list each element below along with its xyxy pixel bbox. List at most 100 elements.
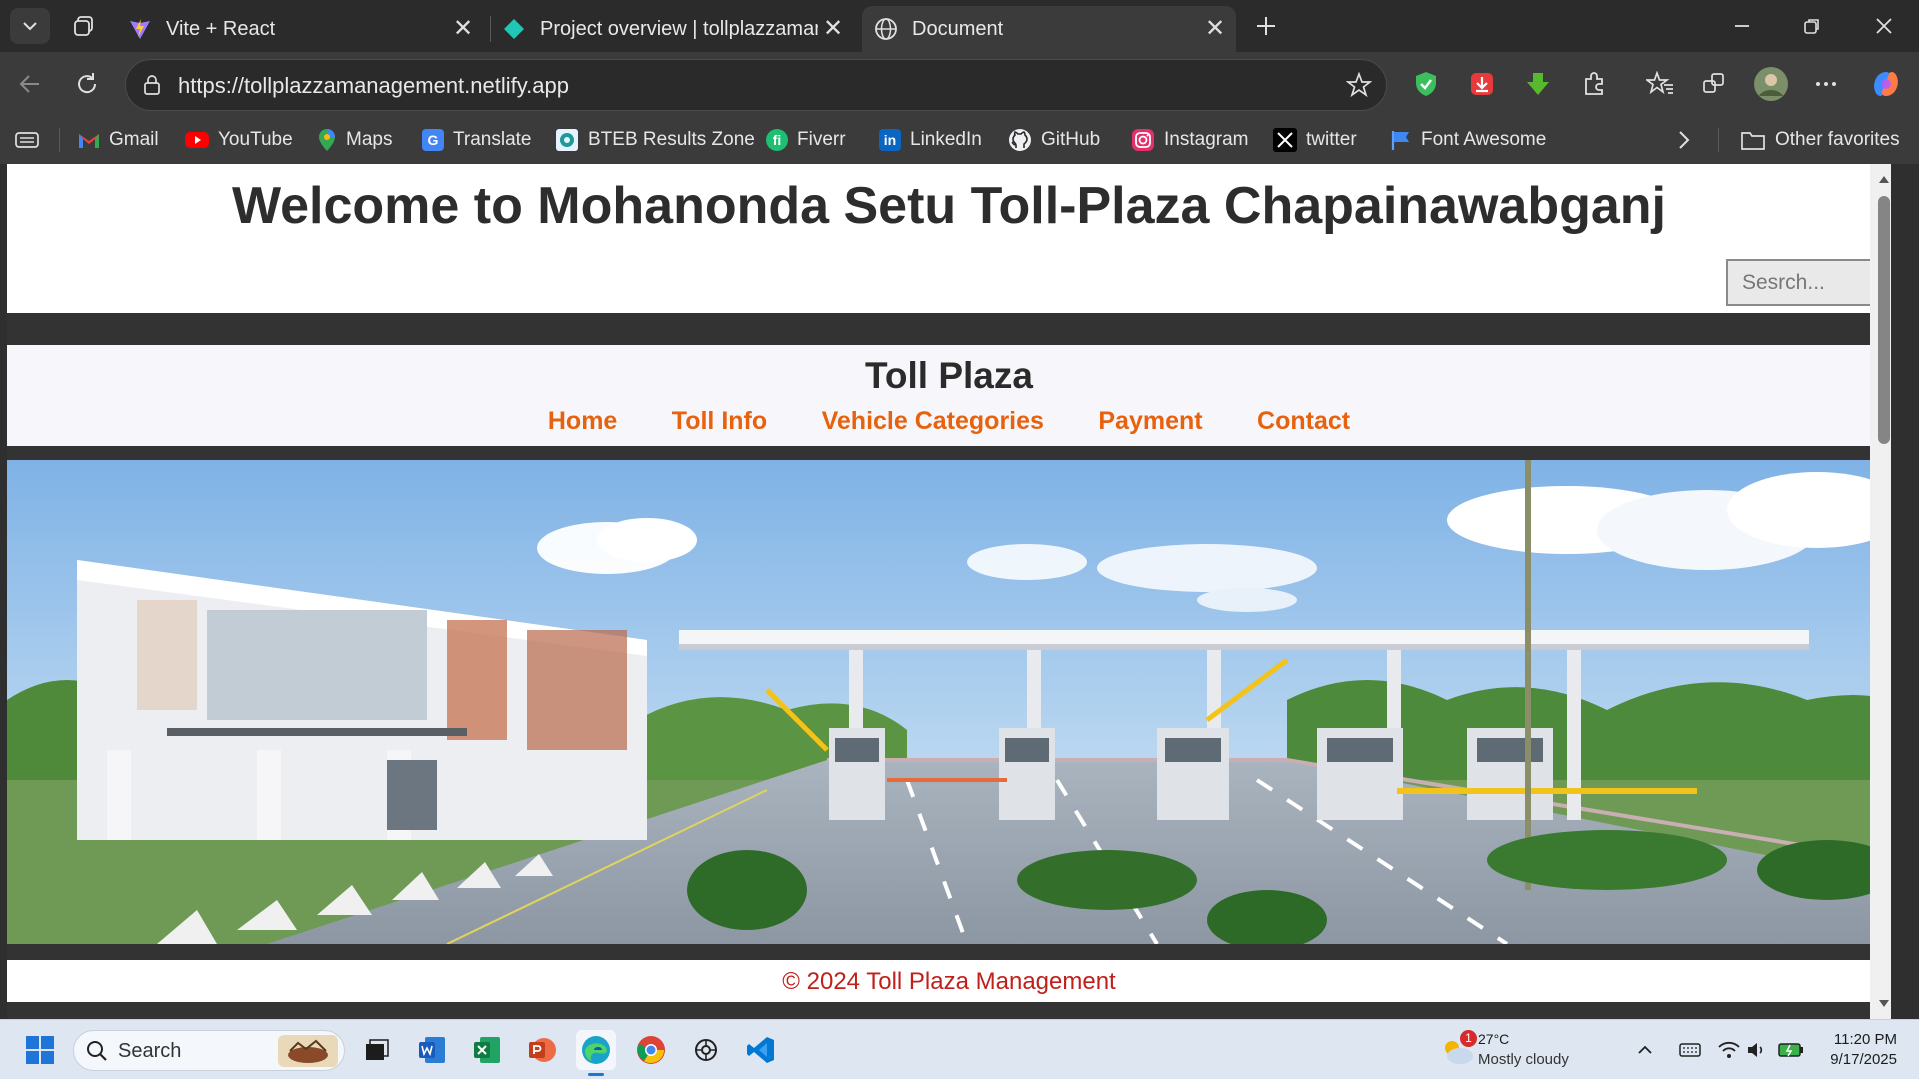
scrollbar-thumb[interactable] [1878, 196, 1890, 444]
tab-actions-menu[interactable] [10, 8, 50, 44]
task-view-button[interactable] [357, 1030, 397, 1070]
nav-link-contact[interactable]: Contact [1257, 407, 1350, 436]
task-view-icon [366, 1039, 389, 1060]
address-bar[interactable]: https://tollplazzamanagement.netlify.app [125, 59, 1387, 111]
bookmark-label: Gmail [109, 129, 159, 150]
page-scrollbar[interactable] [1870, 164, 1891, 1019]
clock-time: 11:20 PM [1833, 1031, 1897, 1048]
bookmark-twitter[interactable]: twitter [1273, 124, 1357, 156]
tab-vite-react[interactable]: Vite + React ✕ [118, 6, 484, 52]
excel-app[interactable] [467, 1030, 507, 1070]
site-footer: © 2024 Toll Plaza Management [7, 960, 1891, 1002]
extension-idm[interactable] [1520, 66, 1556, 102]
extension-shield[interactable] [1408, 66, 1444, 102]
bookmark-linkedin[interactable]: in LinkedIn [879, 124, 982, 156]
bookmark-font-awesome[interactable]: Font Awesome [1390, 124, 1546, 156]
copilot-icon [1874, 72, 1898, 96]
arrow-left-icon [19, 75, 39, 93]
word-app[interactable] [412, 1030, 452, 1070]
chatgpt-app[interactable] [686, 1030, 726, 1070]
scroll-down-icon[interactable] [1878, 999, 1890, 1009]
other-favorites[interactable]: Other favorites [1740, 124, 1900, 156]
page-viewport: Welcome to Mohanonda Setu Toll-Plaza Cha… [0, 164, 1919, 1019]
copilot-button[interactable] [1866, 64, 1906, 104]
favorites-button[interactable] [1642, 66, 1678, 102]
bookmark-gmail[interactable]: Gmail [78, 124, 159, 156]
clock-date: 9/17/2025 [1830, 1051, 1897, 1068]
github-icon [1009, 129, 1031, 151]
vite-icon [130, 19, 150, 39]
bookmark-translate[interactable]: G Translate [422, 124, 532, 156]
bookmark-instagram[interactable]: Instagram [1131, 124, 1248, 156]
star-icon[interactable] [1346, 72, 1372, 98]
linkedin-icon: in [879, 129, 901, 151]
refresh-button[interactable] [69, 66, 105, 102]
nav-link-home[interactable]: Home [548, 407, 617, 436]
nav-link-vehicle-categories[interactable]: Vehicle Categories [822, 407, 1044, 436]
tab-strip: Vite + React ✕ Project overview | tollpl… [0, 0, 1919, 52]
web-page: Welcome to Mohanonda Setu Toll-Plaza Cha… [7, 164, 1891, 1019]
vscode-app[interactable] [741, 1030, 781, 1070]
start-button[interactable] [20, 1030, 60, 1070]
reading-view-button[interactable] [12, 126, 42, 154]
search-input[interactable] [1726, 259, 1883, 306]
show-hidden-icons[interactable] [1630, 1030, 1660, 1070]
tab-list-icon [15, 132, 39, 148]
bookmark-fiverr[interactable]: fi Fiverr [766, 124, 846, 156]
minimize-button[interactable] [1722, 6, 1762, 46]
bookmark-maps[interactable]: Maps [317, 124, 392, 156]
close-window-button[interactable] [1864, 6, 1904, 46]
tab-title: Document [912, 17, 1004, 40]
collections-button[interactable] [1696, 66, 1732, 102]
bookmark-label: Maps [346, 129, 393, 150]
workspaces-button[interactable] [66, 8, 102, 44]
site-nav: Toll Plaza Home Toll Info Vehicle Catego… [7, 345, 1891, 446]
powerpoint-app[interactable] [522, 1030, 562, 1070]
bookmark-label: YouTube [218, 129, 293, 150]
close-icon[interactable]: ✕ [1202, 16, 1228, 42]
nav-link-payment[interactable]: Payment [1098, 407, 1202, 436]
close-icon[interactable]: ✕ [820, 16, 846, 42]
system-clock[interactable]: 11:20 PM 9/17/2025 [1830, 1030, 1897, 1070]
taskbar-search[interactable]: Search [73, 1030, 345, 1071]
volume-button[interactable] [1742, 1030, 1772, 1070]
scroll-up-icon[interactable] [1878, 174, 1890, 184]
close-icon[interactable]: ✕ [450, 16, 476, 42]
bookmark-github[interactable]: GitHub [1008, 124, 1100, 156]
gmail-icon [79, 134, 99, 148]
arrow-down-icon [1527, 73, 1549, 95]
bookmark-bteb[interactable]: BTEB Results Zone [555, 124, 755, 156]
network-button[interactable] [1714, 1030, 1744, 1070]
bookmark-label: Font Awesome [1421, 129, 1547, 150]
edge-icon [582, 1036, 610, 1064]
edge-app[interactable] [576, 1030, 616, 1076]
restore-icon [1804, 19, 1819, 34]
workspaces-icon [74, 16, 93, 36]
back-button[interactable] [12, 66, 48, 102]
page-title: Welcome to Mohanonda Setu Toll-Plaza Cha… [231, 177, 1666, 235]
bookmark-youtube[interactable]: YouTube [185, 124, 293, 156]
extensions-button[interactable] [1576, 66, 1612, 102]
profile-avatar[interactable] [1752, 65, 1790, 103]
bookmarks-overflow-button[interactable] [1670, 126, 1698, 154]
restore-button[interactable] [1792, 6, 1832, 46]
tab-project-overview[interactable]: Project overview | tollplazzamanag ✕ [494, 6, 854, 52]
keyboard-indicator[interactable] [1672, 1030, 1708, 1070]
weather-temp: 27°C [1478, 1031, 1510, 1047]
battery-button[interactable] [1774, 1030, 1808, 1070]
chrome-app[interactable] [631, 1030, 671, 1070]
extension-downloader[interactable] [1464, 66, 1500, 102]
nav-link-toll-info[interactable]: Toll Info [672, 407, 767, 436]
translate-icon: G [422, 129, 444, 151]
more-menu-button[interactable] [1808, 66, 1844, 102]
bookmark-label: Other favorites [1775, 129, 1900, 150]
new-tab-button[interactable] [1248, 8, 1284, 44]
weather-desc: Mostly cloudy [1478, 1051, 1569, 1068]
tab-document[interactable]: Document ✕ [862, 6, 1236, 52]
weather-alert-badge: 1 [1460, 1030, 1477, 1047]
refresh-icon [78, 73, 97, 94]
site-header: Welcome to Mohanonda Setu Toll-Plaza Cha… [7, 164, 1891, 313]
download-icon [1471, 73, 1493, 95]
youtube-icon [185, 132, 209, 148]
flag-icon [1391, 131, 1409, 150]
